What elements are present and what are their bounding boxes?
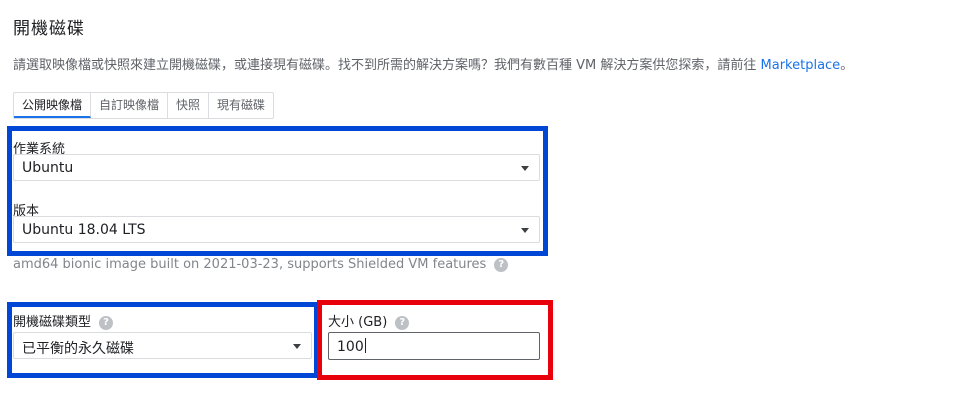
description-text: 請選取映像檔或快照來建立開機磁碟，或連接現有磁碟。找不到所需的解決方案嗎？我們有… [13,58,761,73]
help-circle-icon[interactable]: ? [494,257,509,272]
tab-snapshots[interactable]: 快照 [168,93,210,118]
tab-custom-images[interactable]: 自訂映像檔 [91,93,169,118]
marketplace-link[interactable]: Marketplace [761,58,841,73]
page-description: 請選取映像檔或快照來建立開機磁碟，或連接現有磁碟。找不到所需的解決方案嗎？我們有… [13,54,853,73]
tab-public-images[interactable]: 公開映像檔 [14,93,92,118]
highlight-box-size [317,300,553,380]
version-hint-text: amd64 bionic image built on 2021-03-23, … [13,257,487,272]
highlight-box-os-version [7,126,548,256]
version-hint: amd64 bionic image built on 2021-03-23, … [13,257,509,272]
tab-existing-disks[interactable]: 現有磁碟 [209,93,273,118]
image-source-tabs: 公開映像檔 自訂映像檔 快照 現有磁碟 [13,92,275,119]
page-title: 開機磁碟 [13,19,85,39]
description-end: 。 [840,58,854,73]
highlight-box-disk-type [7,302,319,378]
